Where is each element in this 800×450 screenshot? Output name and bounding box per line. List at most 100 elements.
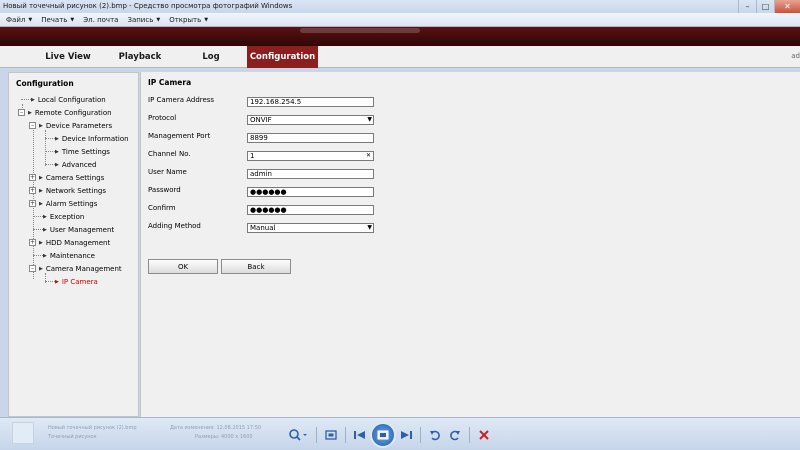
sidebar-item-hdd-management[interactable]: + ▶ HDD Management <box>29 237 110 248</box>
menu-print[interactable]: Печать ▼ <box>41 16 74 24</box>
menu-open[interactable]: Открыть ▼ <box>169 16 208 24</box>
main-nav: Live View Playback Log Configuration ad <box>0 46 800 68</box>
config-sidebar: Configuration ▶ Local Configuration – ▶ Rem… <box>8 72 139 417</box>
triangle-right-icon: ▶ <box>39 187 43 194</box>
viewer-menubar: Файл ▼ Печать ▼ Эл. почта Запись ▼ Открыть ▼ <box>0 13 800 27</box>
zoom-icon[interactable] <box>284 425 312 445</box>
channel-no-value: 1 <box>250 152 255 160</box>
sidebar-item-user-management[interactable]: ▶ User Management <box>33 224 114 235</box>
tab-live-view[interactable]: Live View <box>34 46 102 68</box>
adding-method-value: Manual <box>250 224 276 232</box>
chevron-down-icon: ▼ <box>28 16 33 23</box>
sidebar-item-label: Camera Settings <box>45 173 105 182</box>
window-controls: – □ ✕ <box>738 0 800 13</box>
rotate-left-icon[interactable] <box>425 425 445 445</box>
menu-burn-label: Запись <box>127 15 154 24</box>
sidebar-item-label: Advanced <box>61 160 97 169</box>
faded-file-size: Размеры: 4000 x 1600 <box>195 434 253 440</box>
image-thumbnail <box>12 422 34 444</box>
tab-playback[interactable]: Playback <box>106 46 174 68</box>
sidebar-item-time-settings[interactable]: ▶ Time Settings <box>45 146 110 157</box>
sidebar-item-camera-settings[interactable]: + ▶ Camera Settings <box>29 172 104 183</box>
toolbar-divider <box>316 426 317 443</box>
close-button[interactable]: ✕ <box>774 0 800 13</box>
user-name-input[interactable]: admin <box>247 169 374 179</box>
minimize-button[interactable]: – <box>738 0 756 13</box>
app-header <box>0 27 800 46</box>
sidebar-item-local-configuration[interactable]: ▶ Local Configuration <box>21 94 106 105</box>
sidebar-item-label: IP Camera <box>61 277 98 286</box>
ip-address-value: 192.168.254.5 <box>250 98 302 106</box>
maximize-button[interactable]: □ <box>756 0 774 13</box>
adding-method-label: Adding Method <box>148 222 201 230</box>
tree-connector <box>45 151 55 152</box>
tree-connector <box>21 99 31 100</box>
sidebar-item-alarm-settings[interactable]: + ▶ Alarm Settings <box>29 198 97 209</box>
sidebar-item-exception[interactable]: ▶ Exception <box>33 211 84 222</box>
sidebar-item-label: Time Settings <box>61 147 110 156</box>
sidebar-item-label: Exception <box>49 212 85 221</box>
fit-window-icon[interactable] <box>321 425 341 445</box>
collapse-icon[interactable]: – <box>18 109 25 116</box>
faded-file-type: Точечный рисунок <box>48 434 97 440</box>
triangle-right-icon: ▶ <box>39 265 43 272</box>
triangle-right-icon: ▶ <box>39 200 43 207</box>
sidebar-item-network-settings[interactable]: + ▶ Network Settings <box>29 185 106 196</box>
back-button[interactable]: Back <box>221 259 291 274</box>
chevron-down-icon: ▼ <box>367 116 372 123</box>
menu-email[interactable]: Эл. почта <box>83 16 118 24</box>
tab-configuration[interactable]: Configuration <box>247 46 318 68</box>
sidebar-item-label: Maintenance <box>49 251 95 260</box>
triangle-right-icon: ▶ <box>55 148 59 155</box>
delete-icon[interactable] <box>474 425 494 445</box>
toolbar-divider <box>420 426 421 443</box>
sidebar-item-maintenance[interactable]: ▶ Maintenance <box>33 250 95 261</box>
confirm-value: ●●●●●● <box>250 206 287 214</box>
triangle-right-icon: ▶ <box>43 252 47 259</box>
expand-icon[interactable]: + <box>29 174 36 181</box>
management-port-input[interactable]: 8899 <box>247 133 374 143</box>
sidebar-item-device-information[interactable]: ▶ Device Information <box>45 133 129 144</box>
collapse-icon[interactable]: – <box>29 265 36 272</box>
collapse-icon[interactable]: – <box>29 122 36 129</box>
expand-icon[interactable]: + <box>29 239 36 246</box>
tab-log[interactable]: Log <box>178 46 244 68</box>
expand-icon[interactable]: + <box>29 187 36 194</box>
expand-icon[interactable]: + <box>29 200 36 207</box>
confirm-password-input[interactable]: ●●●●●● <box>247 205 374 215</box>
menu-email-label: Эл. почта <box>83 15 119 24</box>
sidebar-item-remote-configuration[interactable]: – ▶ Remote Configuration <box>18 107 112 118</box>
sidebar-item-label: Device Information <box>61 134 129 143</box>
menu-burn[interactable]: Запись ▼ <box>127 16 160 24</box>
clear-icon[interactable]: ✕ <box>366 152 371 160</box>
sidebar-item-advanced[interactable]: ▶ Advanced <box>45 159 96 170</box>
faded-file-name: Новый точечный рисунок (2).bmp <box>48 425 137 431</box>
confirm-label: Confirm <box>148 204 176 212</box>
tree-connector <box>45 164 55 165</box>
sidebar-item-ip-camera[interactable]: ▶ IP Camera <box>45 276 98 287</box>
sidebar-item-label: Network Settings <box>45 186 107 195</box>
next-icon[interactable] <box>396 425 416 445</box>
rotate-right-icon[interactable] <box>445 425 465 445</box>
slideshow-icon[interactable] <box>370 421 396 448</box>
triangle-right-icon: ▶ <box>28 109 32 116</box>
protocol-select[interactable]: ONVIF ▼ <box>247 115 374 125</box>
tree-connector <box>45 281 55 282</box>
sidebar-item-device-parameters[interactable]: – ▶ Device Parameters <box>29 120 112 131</box>
protocol-value: ONVIF <box>250 116 272 124</box>
password-input[interactable]: ●●●●●● <box>247 187 374 197</box>
menu-file[interactable]: Файл ▼ <box>6 16 32 24</box>
user-name-value: admin <box>250 170 272 178</box>
ip-address-label: IP Camera Address <box>148 96 215 104</box>
triangle-right-icon: ▶ <box>39 174 43 181</box>
chevron-down-icon: ▼ <box>156 16 161 23</box>
previous-icon[interactable] <box>350 425 370 445</box>
ok-button[interactable]: OK <box>148 259 218 274</box>
window-title: Новый точечный рисунок (2).bmp - Средств… <box>3 2 293 10</box>
triangle-right-icon: ▶ <box>39 239 43 246</box>
adding-method-select[interactable]: Manual ▼ <box>247 223 374 233</box>
channel-no-input[interactable]: 1 ✕ <box>247 151 374 161</box>
sidebar-item-camera-management[interactable]: – ▶ Camera Management <box>29 263 122 274</box>
triangle-right-icon: ▶ <box>39 122 43 129</box>
ip-address-input[interactable]: 192.168.254.5 <box>247 97 374 107</box>
